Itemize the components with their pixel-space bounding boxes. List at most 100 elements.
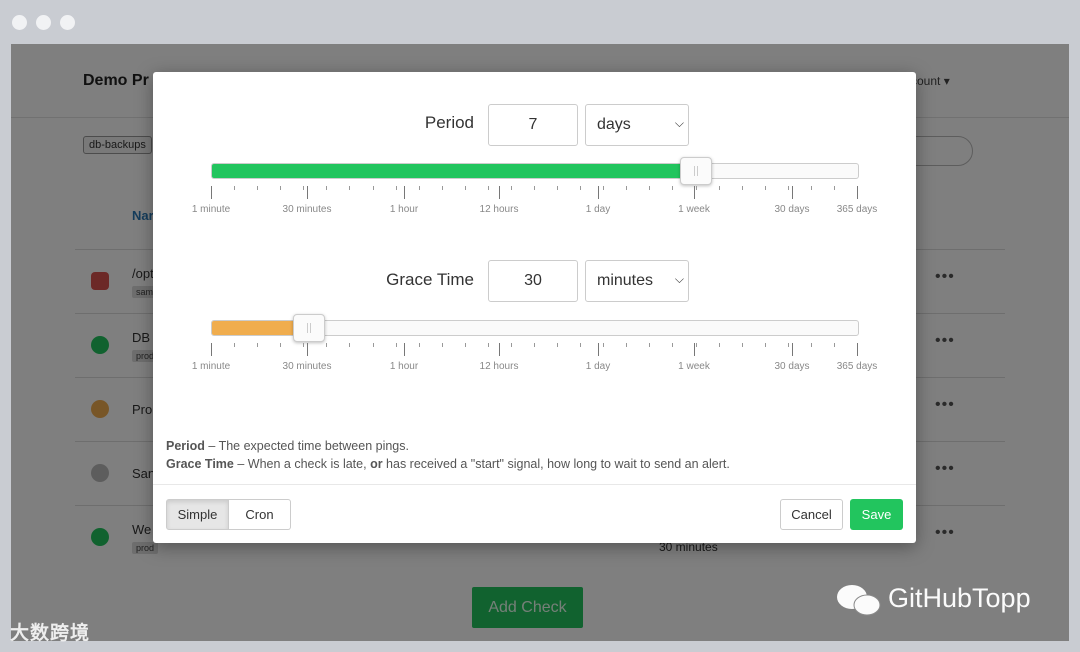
grace-help: Grace Time – When a check is late, or ha… — [166, 457, 730, 471]
scale-minor-tick — [834, 343, 835, 347]
scale-minor-tick — [511, 343, 512, 347]
grace-label: Grace Time — [386, 270, 474, 289]
scale-minor-tick — [303, 186, 304, 190]
scale-tick-label: 12 hours — [479, 204, 519, 215]
simple-mode-button[interactable]: Simple — [166, 499, 229, 530]
cancel-button[interactable]: Cancel — [780, 499, 843, 530]
scale-tick-label: 1 week — [678, 361, 710, 372]
footer-divider — [153, 484, 916, 485]
scale-minor-tick — [488, 343, 489, 347]
scale-minor-tick — [442, 186, 443, 190]
scale-minor-tick — [742, 343, 743, 347]
scale-minor-tick — [649, 186, 650, 190]
scale-minor-tick — [349, 343, 350, 347]
grace-slider-handle[interactable] — [293, 314, 325, 342]
scale-tick-label: 1 week — [678, 204, 710, 215]
scale-tick-label: 12 hours — [479, 361, 519, 372]
scale-minor-tick — [626, 343, 627, 347]
wechat-logo-icon — [837, 585, 881, 616]
scale-minor-tick — [719, 343, 720, 347]
scale-minor-tick — [626, 186, 627, 190]
scale-minor-tick — [234, 343, 235, 347]
save-button[interactable]: Save — [850, 499, 903, 530]
scale-minor-tick — [834, 186, 835, 190]
scale-tick-label: 30 minutes — [282, 204, 332, 215]
scale-major-tick — [598, 186, 599, 199]
scale-tick-label: 1 hour — [389, 361, 419, 372]
scale-minor-tick — [396, 186, 397, 190]
window-titlebar — [0, 0, 1080, 44]
scale-major-tick — [694, 343, 695, 356]
scale-tick-label: 1 day — [585, 204, 611, 215]
window-close-dot[interactable] — [12, 15, 27, 30]
scale-minor-tick — [742, 186, 743, 190]
grace-unit-value: minutes — [597, 272, 654, 289]
scale-major-tick — [792, 186, 793, 199]
scale-major-tick — [404, 343, 405, 356]
scale-minor-tick — [465, 186, 466, 190]
window-minimize-dot[interactable] — [36, 15, 51, 30]
scale-minor-tick — [326, 186, 327, 190]
scale-minor-tick — [719, 186, 720, 190]
scale-minor-tick — [419, 343, 420, 347]
scale-minor-tick — [280, 343, 281, 347]
scale-major-tick — [792, 343, 793, 356]
scale-minor-tick — [465, 343, 466, 347]
scale-major-tick — [499, 343, 500, 356]
scale-minor-tick — [419, 186, 420, 190]
scale-minor-tick — [672, 343, 673, 347]
scale-minor-tick — [649, 343, 650, 347]
watermark-left: 大数跨境 — [10, 623, 91, 644]
scale-minor-tick — [280, 186, 281, 190]
scale-minor-tick — [580, 343, 581, 347]
scale-minor-tick — [234, 186, 235, 190]
period-label: Period — [424, 113, 474, 132]
scale-minor-tick — [534, 343, 535, 347]
help-text: Period – The expected time between pings… — [166, 437, 730, 473]
scale-minor-tick — [373, 186, 374, 190]
scale-minor-tick — [257, 343, 258, 347]
scale-major-tick — [211, 186, 212, 199]
period-slider-fill — [212, 164, 695, 178]
scale-minor-tick — [765, 186, 766, 190]
timeout-modal: Period 7 days ⌵ 1 minute 30 minutes 1 hour… — [153, 72, 916, 543]
scale-minor-tick — [534, 186, 535, 190]
grace-slider[interactable] — [211, 314, 859, 342]
scale-minor-tick — [442, 343, 443, 347]
scale-minor-tick — [396, 343, 397, 347]
period-slider-handle[interactable] — [680, 157, 712, 185]
scale-minor-tick — [557, 343, 558, 347]
scale-minor-tick — [373, 343, 374, 347]
scale-tick-label: 1 hour — [389, 204, 419, 215]
grace-unit-select[interactable]: minutes ⌵ — [585, 260, 689, 302]
grace-value-input[interactable]: 30 — [488, 260, 578, 302]
scale-major-tick — [857, 343, 858, 356]
scale-minor-tick — [788, 186, 789, 190]
scale-tick-label: 30 minutes — [282, 361, 332, 372]
period-slider[interactable] — [211, 157, 859, 185]
scale-tick-label: 1 minute — [191, 361, 231, 372]
period-unit-select[interactable]: days ⌵ — [585, 104, 689, 146]
chevron-down-icon: ⌵ — [674, 116, 684, 130]
scale-minor-tick — [672, 186, 673, 190]
scale-minor-tick — [811, 343, 812, 347]
cron-mode-button[interactable]: Cron — [229, 499, 291, 530]
scale-minor-tick — [557, 186, 558, 190]
scale-minor-tick — [788, 343, 789, 347]
scale-minor-tick — [580, 186, 581, 190]
scale-minor-tick — [303, 343, 304, 347]
window-maximize-dot[interactable] — [60, 15, 75, 30]
scale-minor-tick — [696, 343, 697, 347]
scale-major-tick — [499, 186, 500, 199]
scale-minor-tick — [488, 186, 489, 190]
scale-minor-tick — [811, 186, 812, 190]
scale-minor-tick — [765, 343, 766, 347]
scale-major-tick — [404, 186, 405, 199]
scale-minor-tick — [603, 186, 604, 190]
scale-major-tick — [307, 343, 308, 356]
watermark-right: GitHubTopp — [888, 583, 1031, 613]
period-value-input[interactable]: 7 — [488, 104, 578, 146]
scale-tick-label: 365 days — [836, 204, 878, 215]
scale-major-tick — [694, 186, 695, 199]
scale-major-tick — [307, 186, 308, 199]
